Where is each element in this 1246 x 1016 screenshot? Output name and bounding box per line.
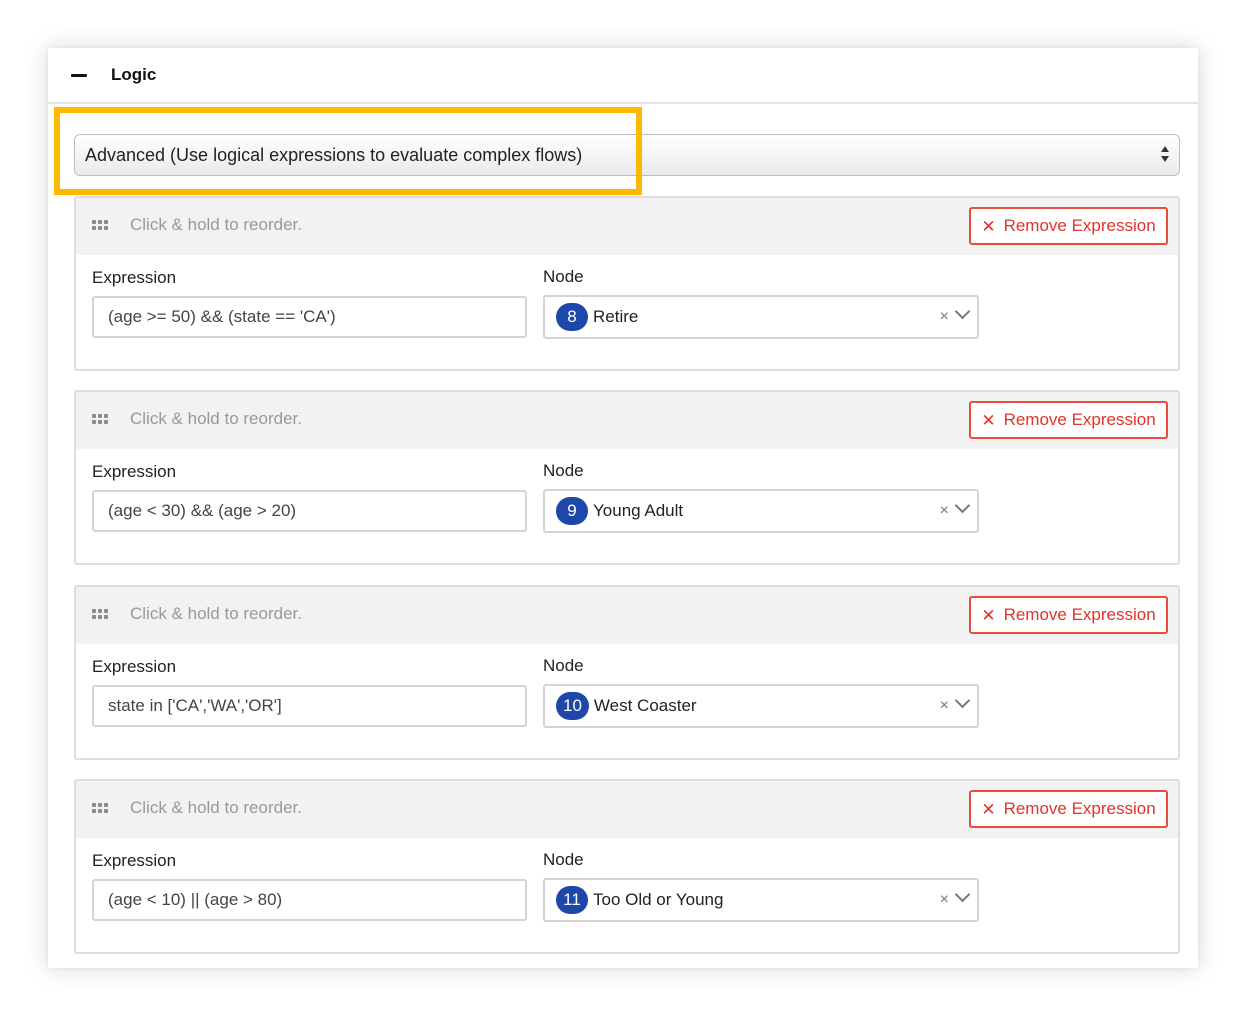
expression-value: (age >= 50) && (state == 'CA') xyxy=(108,307,336,326)
node-name: West Coaster xyxy=(593,696,697,715)
expression-value: (age < 30) && (age > 20) xyxy=(108,501,297,520)
expression-label: Expression xyxy=(92,462,177,481)
logic-mode-select[interactable]: Advanced (Use logical expressions to eva… xyxy=(74,134,1180,176)
clear-icon[interactable]: × xyxy=(940,891,949,909)
drag-handle-icon[interactable] xyxy=(92,609,108,619)
chevron-down-icon[interactable] xyxy=(954,692,971,709)
drag-handle-icon[interactable] xyxy=(92,803,108,813)
reorder-hint: Click & hold to reorder. xyxy=(130,604,302,623)
node-select[interactable]: 10 West Coaster × xyxy=(543,684,979,728)
remove-expression-label: Remove Expression xyxy=(1003,605,1156,624)
card-header[interactable]: Click & hold to reorder. ✕ Remove Expres… xyxy=(76,392,1178,449)
panel-header[interactable]: Logic xyxy=(48,48,1198,104)
close-icon: ✕ xyxy=(981,410,996,430)
expression-label: Expression xyxy=(92,268,177,287)
remove-expression-label: Remove Expression xyxy=(1003,216,1156,235)
expression-input[interactable]: state in ['CA','WA','OR'] xyxy=(92,685,527,727)
node-id-badge: 11 xyxy=(556,886,588,914)
remove-expression-label: Remove Expression xyxy=(1003,799,1156,818)
close-icon: ✕ xyxy=(981,799,996,819)
card-header[interactable]: Click & hold to reorder. ✕ Remove Expres… xyxy=(76,198,1178,255)
remove-expression-button[interactable]: ✕ Remove Expression xyxy=(969,790,1168,828)
node-label: Node xyxy=(543,267,584,286)
node-select[interactable]: 11 Too Old or Young × xyxy=(543,878,979,922)
logic-panel: Logic Advanced (Use logical expressions … xyxy=(48,48,1198,968)
chevron-down-icon[interactable] xyxy=(954,497,971,514)
node-label: Node xyxy=(543,850,584,869)
expression-label: Expression xyxy=(92,657,177,676)
node-id-badge: 8 xyxy=(556,303,588,331)
expression-value: state in ['CA','WA','OR'] xyxy=(108,696,282,715)
remove-expression-button[interactable]: ✕ Remove Expression xyxy=(969,596,1168,634)
clear-icon[interactable]: × xyxy=(940,308,949,326)
node-name: Retire xyxy=(593,307,639,326)
clear-icon[interactable]: × xyxy=(940,697,949,715)
expression-value: (age < 10) || (age > 80) xyxy=(108,890,283,909)
remove-expression-button[interactable]: ✕ Remove Expression xyxy=(969,401,1168,439)
close-icon: ✕ xyxy=(981,605,996,625)
expression-card: Click & hold to reorder. ✕ Remove Expres… xyxy=(74,196,1180,371)
expression-card: Click & hold to reorder. ✕ Remove Expres… xyxy=(74,390,1180,565)
remove-expression-button[interactable]: ✕ Remove Expression xyxy=(969,207,1168,245)
node-select[interactable]: 9 Young Adult × xyxy=(543,489,979,533)
reorder-hint: Click & hold to reorder. xyxy=(130,215,302,234)
card-header[interactable]: Click & hold to reorder. ✕ Remove Expres… xyxy=(76,781,1178,838)
node-name: Too Old or Young xyxy=(593,890,724,909)
drag-handle-icon[interactable] xyxy=(92,414,108,424)
expression-label: Expression xyxy=(92,851,177,870)
expression-card: Click & hold to reorder. ✕ Remove Expres… xyxy=(74,779,1180,954)
chevron-down-icon[interactable] xyxy=(954,886,971,903)
close-icon: ✕ xyxy=(981,216,996,236)
reorder-hint: Click & hold to reorder. xyxy=(130,798,302,817)
node-id-badge: 9 xyxy=(556,497,588,525)
remove-expression-label: Remove Expression xyxy=(1003,410,1156,429)
clear-icon[interactable]: × xyxy=(940,502,949,520)
node-select[interactable]: 8 Retire × xyxy=(543,295,979,339)
chevron-down-icon[interactable] xyxy=(954,303,971,320)
expression-card: Click & hold to reorder. ✕ Remove Expres… xyxy=(74,585,1180,760)
card-header[interactable]: Click & hold to reorder. ✕ Remove Expres… xyxy=(76,587,1178,644)
expression-input[interactable]: (age < 10) || (age > 80) xyxy=(92,879,527,921)
panel-title: Logic xyxy=(111,65,157,84)
drag-handle-icon[interactable] xyxy=(92,220,108,230)
select-arrows-icon xyxy=(1161,145,1171,165)
expression-input[interactable]: (age >= 50) && (state == 'CA') xyxy=(92,296,527,338)
node-label: Node xyxy=(543,656,584,675)
reorder-hint: Click & hold to reorder. xyxy=(130,409,302,428)
node-name: Young Adult xyxy=(593,501,684,520)
node-id-badge: 10 xyxy=(556,692,589,720)
minus-icon[interactable] xyxy=(71,73,87,77)
expression-input[interactable]: (age < 30) && (age > 20) xyxy=(92,490,527,532)
node-label: Node xyxy=(543,461,584,480)
logic-mode-value: Advanced (Use logical expressions to eva… xyxy=(85,144,583,165)
